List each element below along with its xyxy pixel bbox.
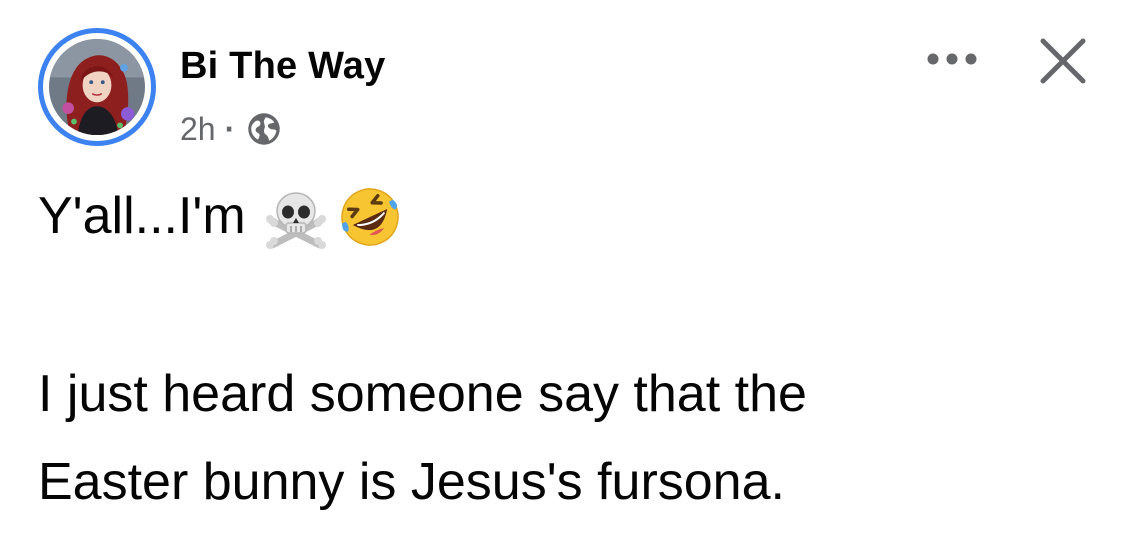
- meta-separator: ·: [224, 110, 236, 147]
- close-icon: [1040, 38, 1086, 84]
- post-text-intro: Y'all...I'm: [38, 187, 246, 246]
- author-name[interactable]: Bi The Way: [180, 45, 385, 88]
- rolling-laughing-icon: [338, 185, 402, 249]
- post-text-line-2: I just heard someone say that the: [38, 365, 807, 423]
- post-meta: 2h ·: [180, 106, 282, 152]
- ellipsis-icon: [927, 53, 977, 65]
- skull-crossbones-icon: [264, 185, 328, 249]
- post-timestamp[interactable]: 2h: [180, 111, 216, 148]
- avatar-image: [49, 39, 145, 135]
- close-button[interactable]: [1036, 34, 1090, 88]
- post-text-line-3: Easter bunny is Jesus's fursona.: [38, 453, 785, 511]
- more-options-button[interactable]: [924, 38, 980, 80]
- avatar[interactable]: [38, 28, 156, 146]
- globe-icon[interactable]: [246, 111, 282, 147]
- post-text-line-1: Y'all...I'm: [38, 185, 402, 249]
